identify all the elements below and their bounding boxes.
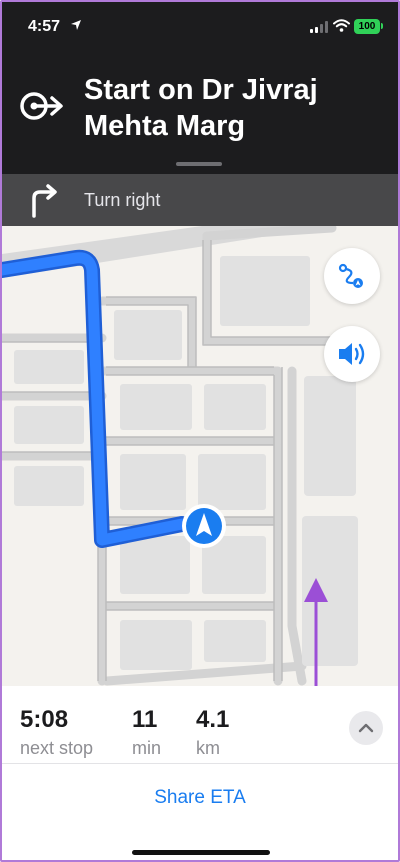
map-view[interactable]: [2, 226, 398, 686]
eta-stat: 5:08 next stop: [20, 706, 93, 759]
duration-value: 11: [132, 706, 158, 733]
eta-value: 5:08: [20, 706, 69, 733]
distance-label: km: [196, 738, 220, 758]
status-bar: 4:57 100: [2, 2, 398, 52]
trip-card: 5:08 next stop 11 min 4.1 km Share ETA: [2, 686, 398, 860]
battery-tip: [381, 23, 383, 29]
status-time: 4:57: [28, 18, 61, 35]
screen-frame: 4:57 100 Start on Dr Jivraj Mehta Marg T…: [0, 0, 400, 862]
navigation-banner[interactable]: Start on Dr Jivraj Mehta Marg: [2, 52, 398, 174]
distance-stat: 4.1 km: [196, 706, 229, 759]
location-arrow-icon: [71, 20, 81, 30]
audio-button[interactable]: [324, 326, 380, 382]
cellular-signal-icon: [310, 21, 328, 33]
eta-label: next stop: [20, 738, 94, 758]
speaker-icon: [339, 343, 365, 365]
home-indicator[interactable]: [132, 850, 270, 855]
banner-grabber[interactable]: [176, 162, 222, 166]
route-overview-icon: [338, 263, 363, 288]
next-step-banner[interactable]: Turn right: [2, 174, 398, 226]
expand-button[interactable]: [349, 711, 383, 745]
wifi-icon: [333, 19, 350, 32]
share-eta-button[interactable]: Share ETA: [2, 787, 398, 809]
divider: [2, 763, 398, 764]
distance-value: 4.1: [196, 706, 230, 733]
next-step-label: Turn right: [84, 190, 161, 210]
route-overview-button[interactable]: [324, 248, 380, 304]
primary-instruction: Start on Dr Jivraj Mehta Marg: [84, 74, 318, 142]
chevron-up-icon: [358, 723, 374, 733]
battery-icon: 100: [354, 19, 380, 34]
duration-label: min: [132, 738, 162, 758]
turn-right-icon: [32, 184, 57, 218]
duration-stat: 11 min: [132, 706, 161, 759]
start-arrow-icon: [20, 92, 63, 120]
current-location-icon: [182, 504, 226, 548]
